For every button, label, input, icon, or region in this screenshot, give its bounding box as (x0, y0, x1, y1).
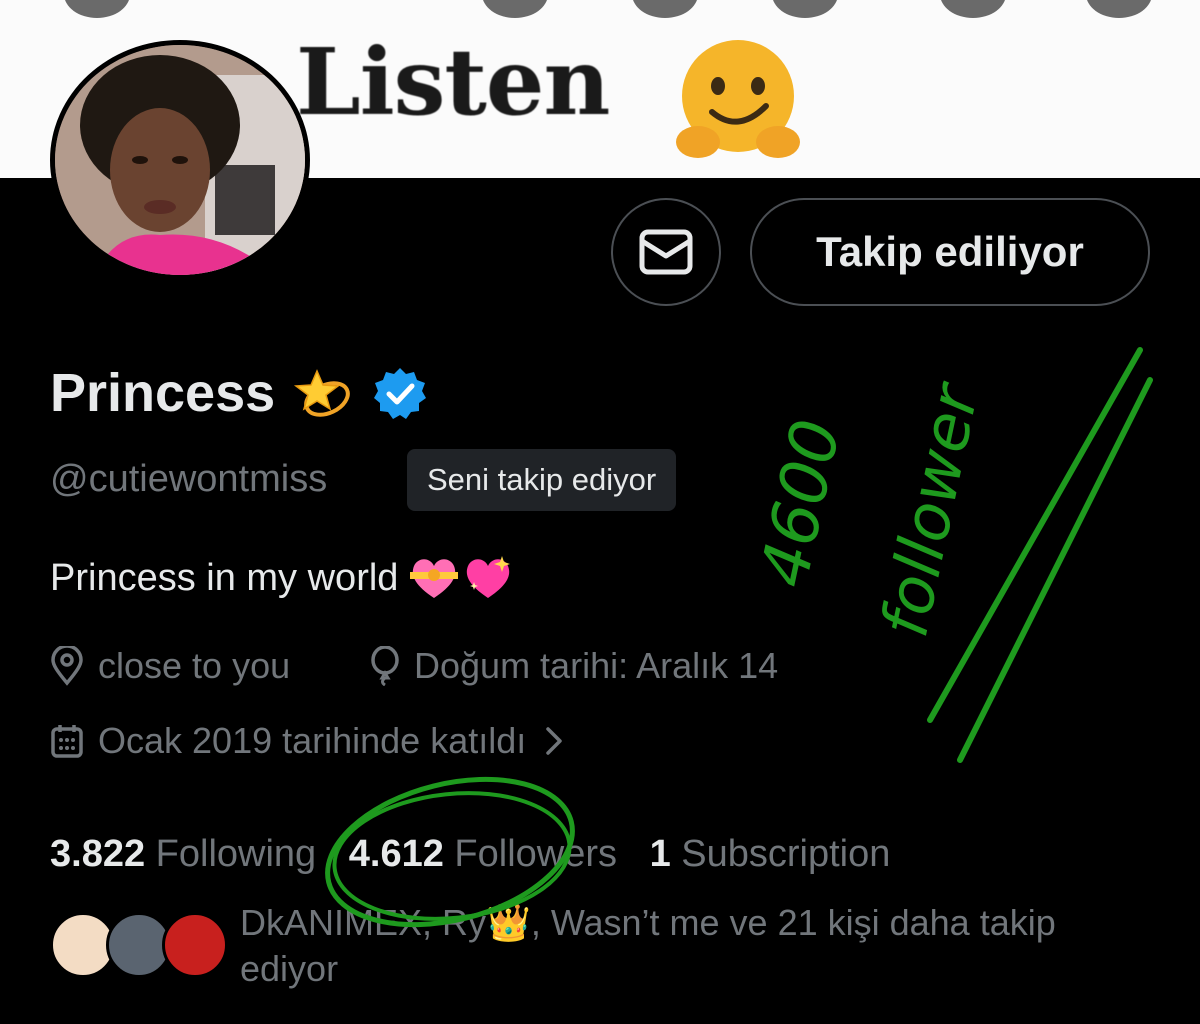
annotation-line2: follower (868, 375, 994, 643)
verified-badge-icon[interactable] (373, 366, 427, 420)
subscription-count: 1 (649, 833, 671, 875)
balloon-icon (371, 646, 399, 686)
joined-text: Ocak 2019 tarihinde katıldı (98, 720, 527, 761)
location-pin-icon (51, 646, 83, 686)
heart-with-ribbon-icon (410, 559, 459, 598)
calendar-icon (51, 725, 83, 758)
followers-count: 4.612 (348, 833, 444, 875)
location-row: close to you (50, 645, 290, 687)
subscription-label: Subscription (681, 833, 891, 875)
profile-name-row: Princess (50, 362, 427, 424)
banner-dot (482, 0, 548, 18)
message-button[interactable] (611, 198, 721, 306)
profile-avatar[interactable] (50, 40, 310, 280)
profile-handle: @cutiewontmiss (50, 458, 328, 500)
envelope-icon (639, 229, 693, 275)
follows-you-badge: Seni takip ediyor (407, 449, 677, 511)
joined-row[interactable]: Ocak 2019 tarihinde katıldı (50, 720, 566, 762)
subscription-stat[interactable]: 1 Subscription (650, 833, 891, 876)
banner-dot (940, 0, 1006, 18)
location-text: close to you (98, 645, 291, 686)
chevron-right-icon (546, 727, 563, 755)
banner-dot (1086, 0, 1152, 18)
following-label: Following (155, 833, 317, 875)
followed-by-row[interactable]: DkANIMEX, Ry👑, Wasn’t me ve 21 kişi daha… (50, 900, 1170, 1000)
banner-dot (64, 0, 130, 18)
following-button[interactable]: Takip ediliyor (750, 198, 1150, 306)
follower-avatar (162, 912, 228, 978)
banner-dot (772, 0, 838, 18)
banner-dot (632, 0, 698, 18)
following-stat[interactable]: 3.822 Following (50, 833, 316, 876)
followers-stat[interactable]: 4.612 Followers (349, 833, 617, 876)
profile-name: Princess (50, 363, 276, 423)
annotation-line1: 4600 (745, 413, 855, 593)
sparkling-heart-icon (467, 556, 511, 598)
warm-smile-emoji-icon (676, 40, 800, 158)
followers-label: Followers (454, 833, 618, 875)
birthday-text: Doğum tarihi: Aralık 14 (414, 645, 779, 686)
followed-by-text: DkANIMEX, Ry👑, Wasn’t me ve 21 kişi daha… (240, 902, 1056, 989)
following-count: 3.822 (50, 833, 146, 875)
bio-text: Princess in my world (50, 556, 399, 599)
banner-text: Listen (296, 28, 610, 136)
avatar-photo (55, 45, 305, 275)
birthday-row: Doğum tarihi: Aralık 14 (370, 645, 778, 687)
profile-bio: Princess in my world (50, 552, 514, 604)
profile-stats: 3.822 Following 4.612 Followers 1 Subscr… (50, 833, 912, 876)
dizzy-star-emoji-icon (294, 369, 350, 417)
